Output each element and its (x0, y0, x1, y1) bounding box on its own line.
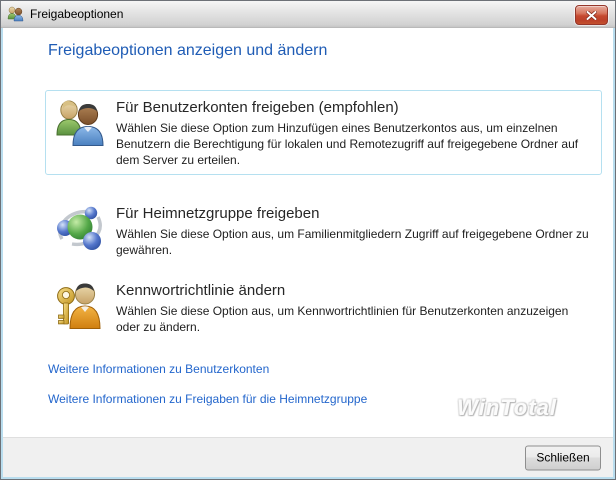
users-icon (56, 100, 104, 146)
dialog-window: Freigabeoptionen Freigabeoptionen anzeig… (0, 0, 616, 480)
option-heimnetzgruppe-freigeben[interactable]: Für Heimnetzgruppe freigeben Wählen Sie … (45, 196, 602, 265)
key-user-icon (57, 283, 101, 329)
close-icon (586, 10, 597, 20)
titlebar: Freigabeoptionen (1, 1, 615, 28)
option-description: Wählen Sie diese Option zum Hinzufügen e… (116, 121, 579, 167)
users-icon (7, 6, 24, 22)
option-text: Für Heimnetzgruppe freigeben Wählen Sie … (116, 203, 593, 258)
option-description: Wählen Sie diese Option aus, um Familien… (116, 227, 589, 257)
schliessen-button[interactable]: Schließen (525, 445, 601, 470)
footer-bar: Schließen (3, 437, 613, 477)
watermark: WinTotal (457, 395, 557, 420)
option-title: Für Benutzerkonten freigeben (empfohlen) (116, 99, 399, 116)
window-title: Freigabeoptionen (30, 7, 124, 21)
link-benutzerkonten-info[interactable]: Weitere Informationen zu Benutzerkonten (48, 362, 269, 376)
homegroup-icon (57, 206, 102, 250)
option-title: Kennwortrichtlinie ändern (116, 282, 286, 299)
option-benutzerkonten-freigeben[interactable]: Für Benutzerkonten freigeben (empfohlen)… (45, 90, 602, 175)
option-title: Für Heimnetzgruppe freigeben (116, 205, 320, 222)
close-button[interactable] (575, 5, 608, 25)
option-kennwortrichtlinie-aendern[interactable]: Kennwortrichtlinie ändern Wählen Sie die… (45, 273, 602, 342)
link-heimnetzgruppe-info[interactable]: Weitere Informationen zu Freigaben für d… (48, 392, 367, 406)
option-text: Kennwortrichtlinie ändern Wählen Sie die… (116, 280, 593, 335)
option-description: Wählen Sie diese Option aus, um Kennwort… (116, 304, 569, 334)
dialog-content: Freigabeoptionen anzeigen und ändern Für… (3, 28, 613, 477)
page-title: Freigabeoptionen anzeigen und ändern (48, 42, 328, 59)
option-text: Für Benutzerkonten freigeben (empfohlen)… (116, 97, 593, 168)
